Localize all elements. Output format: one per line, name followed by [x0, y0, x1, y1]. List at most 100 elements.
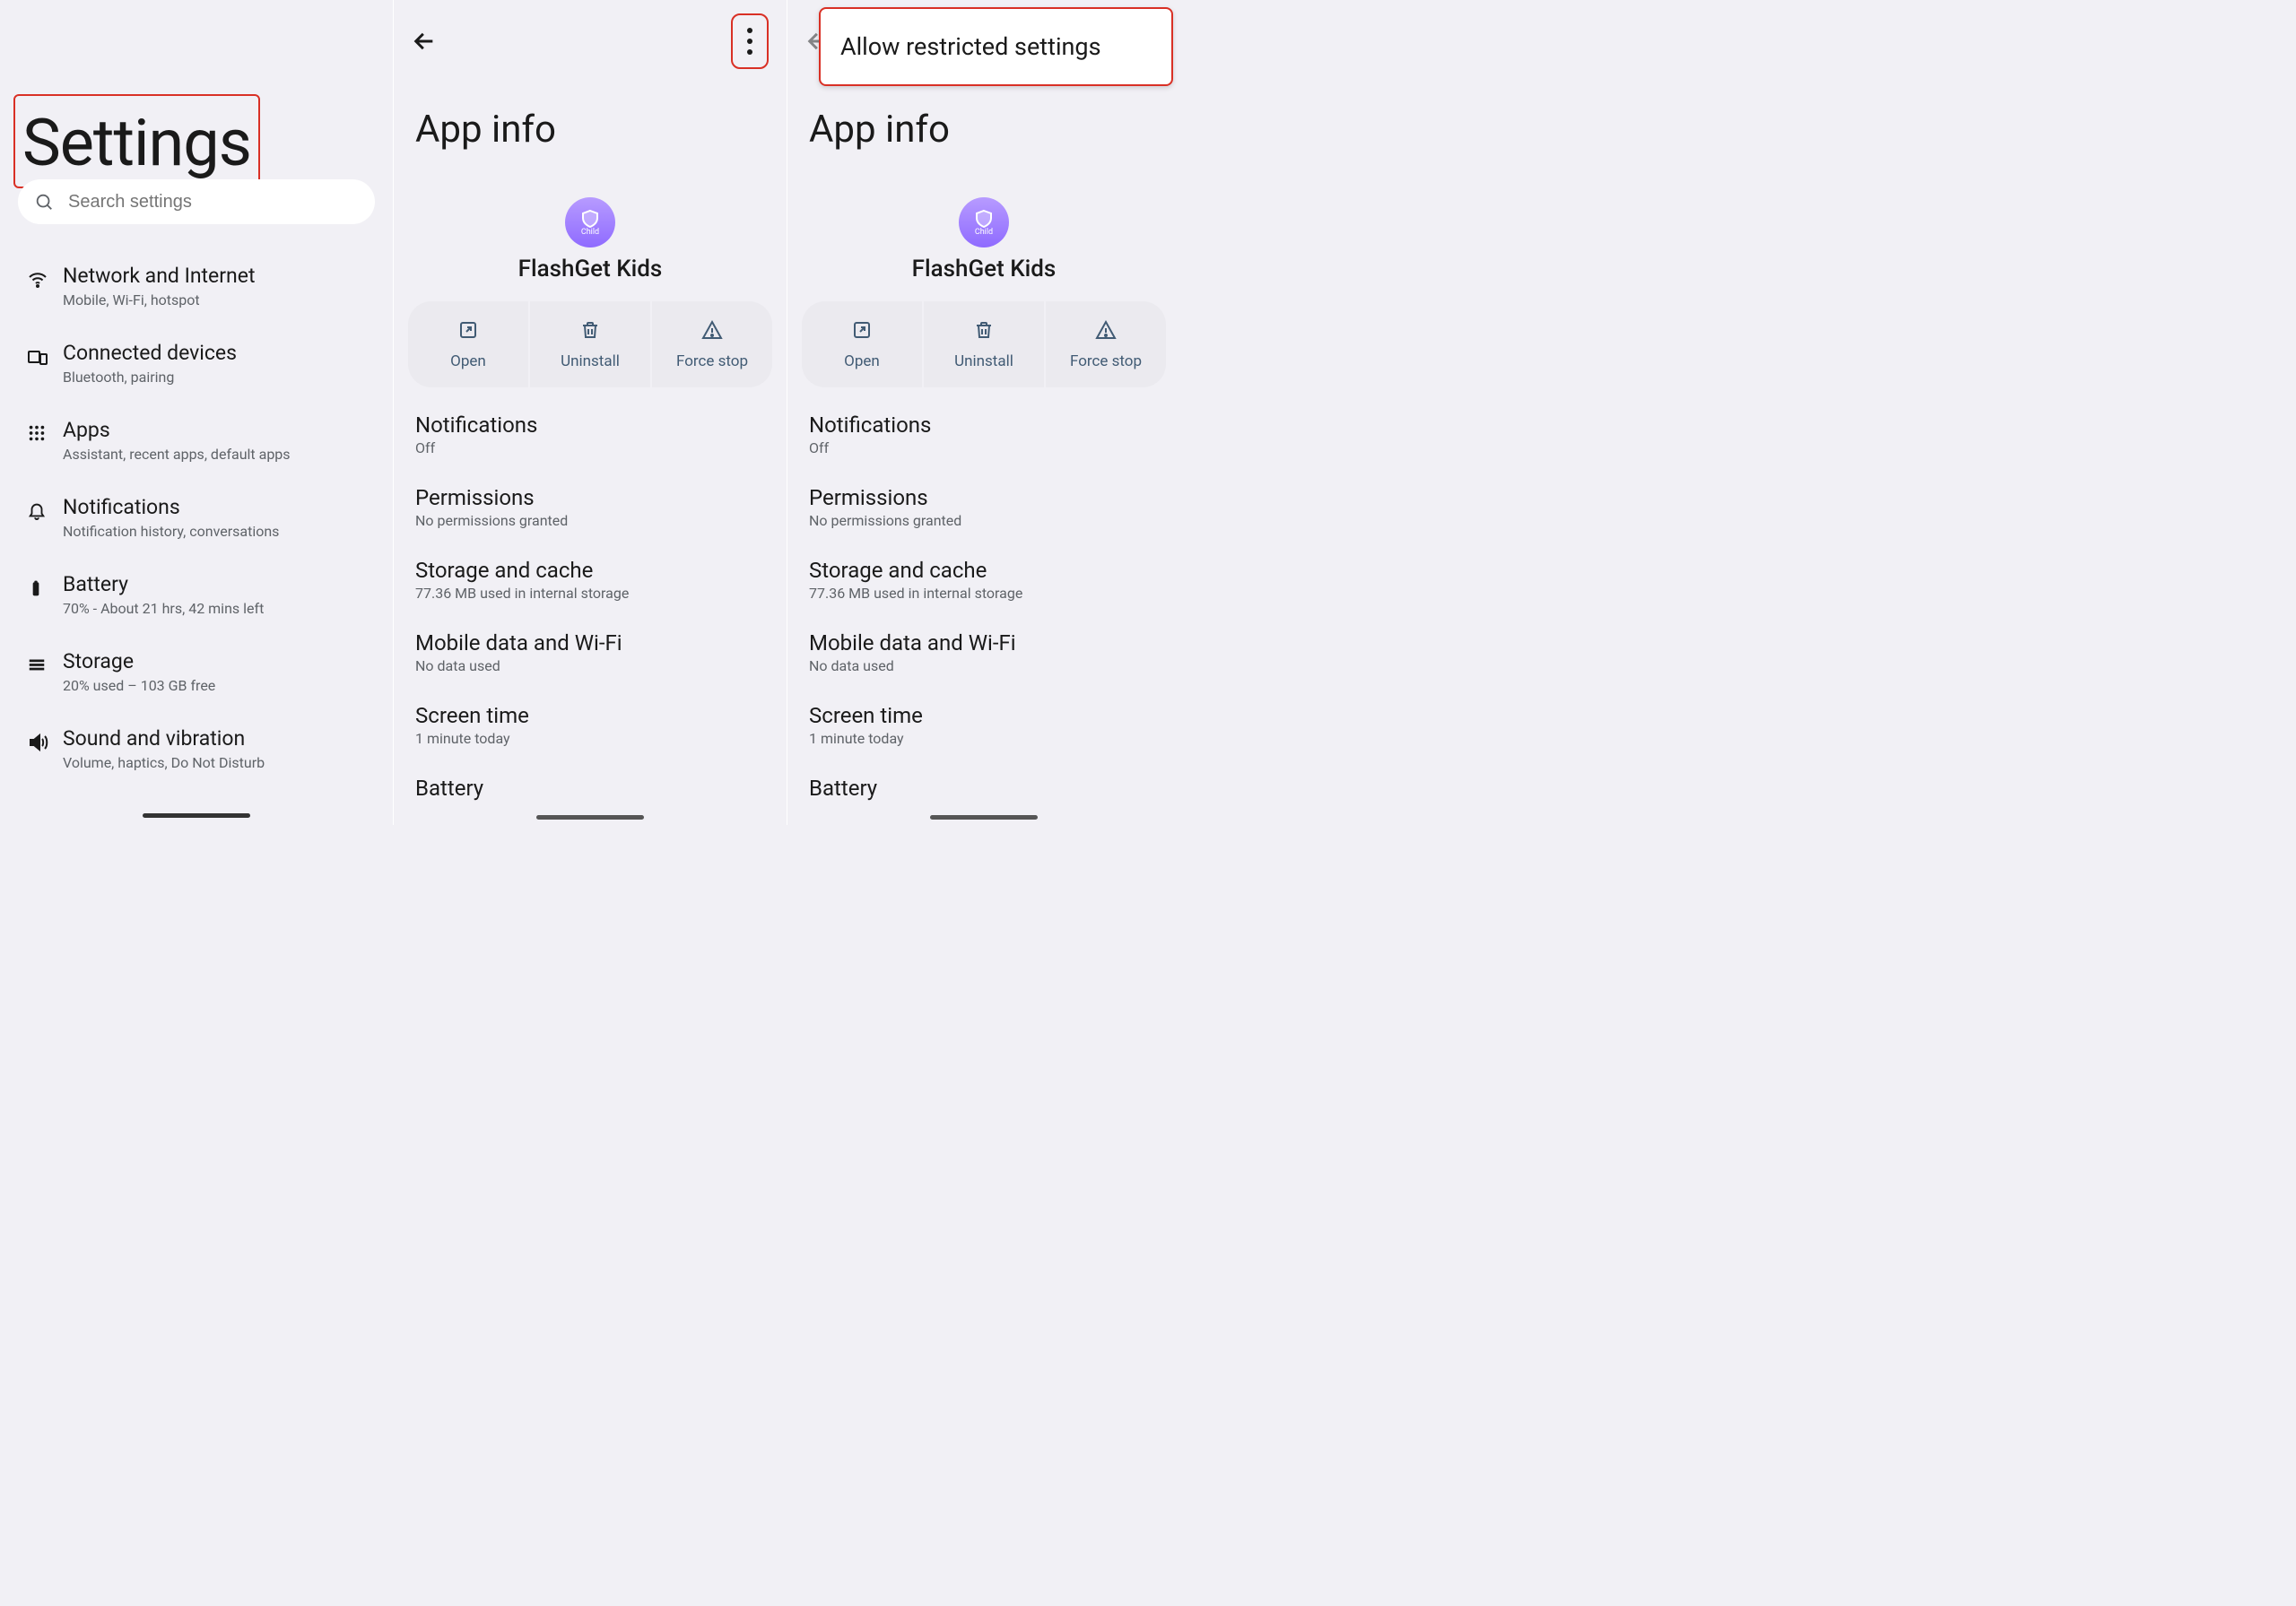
kebab-icon — [747, 28, 752, 33]
detail-item-notifications[interactable]: Notifications Off — [809, 404, 1159, 476]
settings-item-sub: 70% - About 21 hrs, 42 mins left — [63, 600, 264, 617]
settings-item-sound[interactable]: Sound and vibration Volume, haptics, Do … — [0, 714, 393, 791]
uninstall-button[interactable]: Uninstall — [528, 301, 650, 387]
detail-sub: Off — [415, 439, 765, 456]
detail-label: Storage and cache — [809, 558, 1159, 583]
search-icon — [34, 192, 54, 212]
settings-item-sub: 20% used – 103 GB free — [63, 677, 215, 694]
action-row: Open Uninstall Force stop — [408, 301, 772, 387]
detail-item-data[interactable]: Mobile data and Wi-Fi No data used — [809, 621, 1159, 694]
settings-item-storage[interactable]: Storage 20% used – 103 GB free — [0, 637, 393, 714]
detail-label: Screen time — [415, 703, 765, 728]
kebab-icon — [747, 39, 752, 44]
overflow-menu-highlight — [731, 13, 769, 69]
settings-item-label: Network and Internet — [63, 264, 255, 288]
kebab-icon — [747, 49, 752, 55]
detail-label: Mobile data and Wi-Fi — [415, 630, 765, 655]
action-row: Open Uninstall Force stop — [802, 301, 1166, 387]
detail-item-storage[interactable]: Storage and cache 77.36 MB used in inter… — [809, 549, 1159, 621]
detail-label: Permissions — [415, 485, 765, 510]
apps-icon — [27, 418, 63, 447]
panel-app-info-menu-open: Allow restricted settings App info Child… — [787, 0, 1180, 825]
settings-item-label: Connected devices — [63, 341, 237, 365]
wifi-icon — [27, 264, 63, 294]
detail-item-notifications[interactable]: Notifications Off — [415, 404, 765, 476]
storage-icon — [27, 649, 63, 678]
warning-icon — [1095, 319, 1117, 352]
settings-item-label: Notifications — [63, 495, 279, 519]
detail-item-screen-time[interactable]: Screen time 1 minute today — [415, 694, 765, 767]
open-icon — [457, 319, 479, 352]
detail-sub: 77.36 MB used in internal storage — [809, 585, 1159, 602]
settings-item-sub: Bluetooth, pairing — [63, 369, 237, 386]
detail-label: Notifications — [809, 412, 1159, 438]
settings-item-sub: Assistant, recent apps, default apps — [63, 446, 291, 463]
settings-title-highlight: Settings — [13, 94, 260, 188]
detail-sub: 1 minute today — [809, 730, 1159, 747]
detail-item-data[interactable]: Mobile data and Wi-Fi No data used — [415, 621, 765, 694]
open-icon — [851, 319, 873, 352]
search-input[interactable] — [68, 192, 359, 213]
detail-item-permissions[interactable]: Permissions No permissions granted — [809, 476, 1159, 549]
panel-settings: Settings Network and Internet Mobile, Wi… — [0, 0, 393, 825]
settings-item-connected-devices[interactable]: Connected devices Bluetooth, pairing — [0, 328, 393, 405]
detail-sub: No permissions granted — [809, 512, 1159, 529]
detail-sub: No data used — [415, 657, 765, 674]
settings-item-notifications[interactable]: Notifications Notification history, conv… — [0, 482, 393, 560]
detail-label: Screen time — [809, 703, 1159, 728]
bell-icon — [27, 495, 63, 524]
action-label: Force stop — [1070, 352, 1142, 370]
detail-item-battery[interactable]: Battery — [415, 767, 765, 820]
settings-item-sub: Notification history, conversations — [63, 523, 279, 540]
settings-item-label: Storage — [63, 649, 215, 673]
detail-list: Notifications Off Permissions No permiss… — [415, 404, 765, 825]
action-label: Open — [450, 352, 486, 370]
action-label: Open — [844, 352, 880, 370]
detail-label: Mobile data and Wi-Fi — [809, 630, 1159, 655]
detail-label: Storage and cache — [415, 558, 765, 583]
trash-icon — [973, 319, 995, 352]
allow-restricted-settings-menu-item[interactable]: Allow restricted settings — [819, 7, 1173, 86]
settings-item-network[interactable]: Network and Internet Mobile, Wi-Fi, hots… — [0, 251, 393, 328]
detail-label: Notifications — [415, 412, 765, 438]
panel-app-info-menu-closed: App info Child FlashGet Kids Open Uninst… — [393, 0, 787, 825]
page-title: Settings — [22, 105, 251, 181]
detail-label: Battery — [809, 776, 1159, 801]
app-name: FlashGet Kids — [394, 256, 787, 282]
settings-item-label: Sound and vibration — [63, 726, 265, 751]
open-button[interactable]: Open — [802, 301, 922, 387]
page-title: App info — [415, 108, 556, 152]
settings-item-label: Apps — [63, 418, 291, 442]
search-bar[interactable] — [18, 179, 375, 224]
settings-item-apps[interactable]: Apps Assistant, recent apps, default app… — [0, 405, 393, 482]
overflow-menu-button[interactable] — [747, 25, 752, 57]
app-icon: Child — [565, 197, 615, 247]
action-label: Uninstall — [561, 352, 620, 370]
app-name: FlashGet Kids — [787, 256, 1180, 282]
sound-icon — [27, 726, 63, 757]
action-label: Force stop — [676, 352, 748, 370]
detail-sub: No permissions granted — [415, 512, 765, 529]
force-stop-button[interactable]: Force stop — [1044, 301, 1166, 387]
detail-item-screen-time[interactable]: Screen time 1 minute today — [809, 694, 1159, 767]
detail-item-battery[interactable]: Battery — [809, 767, 1159, 820]
gesture-handle[interactable] — [536, 815, 644, 820]
gesture-handle[interactable] — [143, 813, 250, 818]
detail-label: Permissions — [809, 485, 1159, 510]
app-icon-label: Child — [975, 228, 993, 237]
force-stop-button[interactable]: Force stop — [650, 301, 772, 387]
uninstall-button[interactable]: Uninstall — [922, 301, 1044, 387]
devices-icon — [27, 341, 63, 371]
back-button[interactable] — [412, 29, 437, 54]
detail-sub: Off — [809, 439, 1159, 456]
page-title: App info — [809, 108, 950, 152]
battery-icon — [27, 572, 63, 603]
settings-item-label: Battery — [63, 572, 264, 596]
detail-sub: No data used — [809, 657, 1159, 674]
header-bar — [394, 16, 787, 66]
detail-item-permissions[interactable]: Permissions No permissions granted — [415, 476, 765, 549]
detail-item-storage[interactable]: Storage and cache 77.36 MB used in inter… — [415, 549, 765, 621]
open-button[interactable]: Open — [408, 301, 528, 387]
gesture-handle[interactable] — [930, 815, 1038, 820]
settings-item-battery[interactable]: Battery 70% - About 21 hrs, 42 mins left — [0, 560, 393, 637]
